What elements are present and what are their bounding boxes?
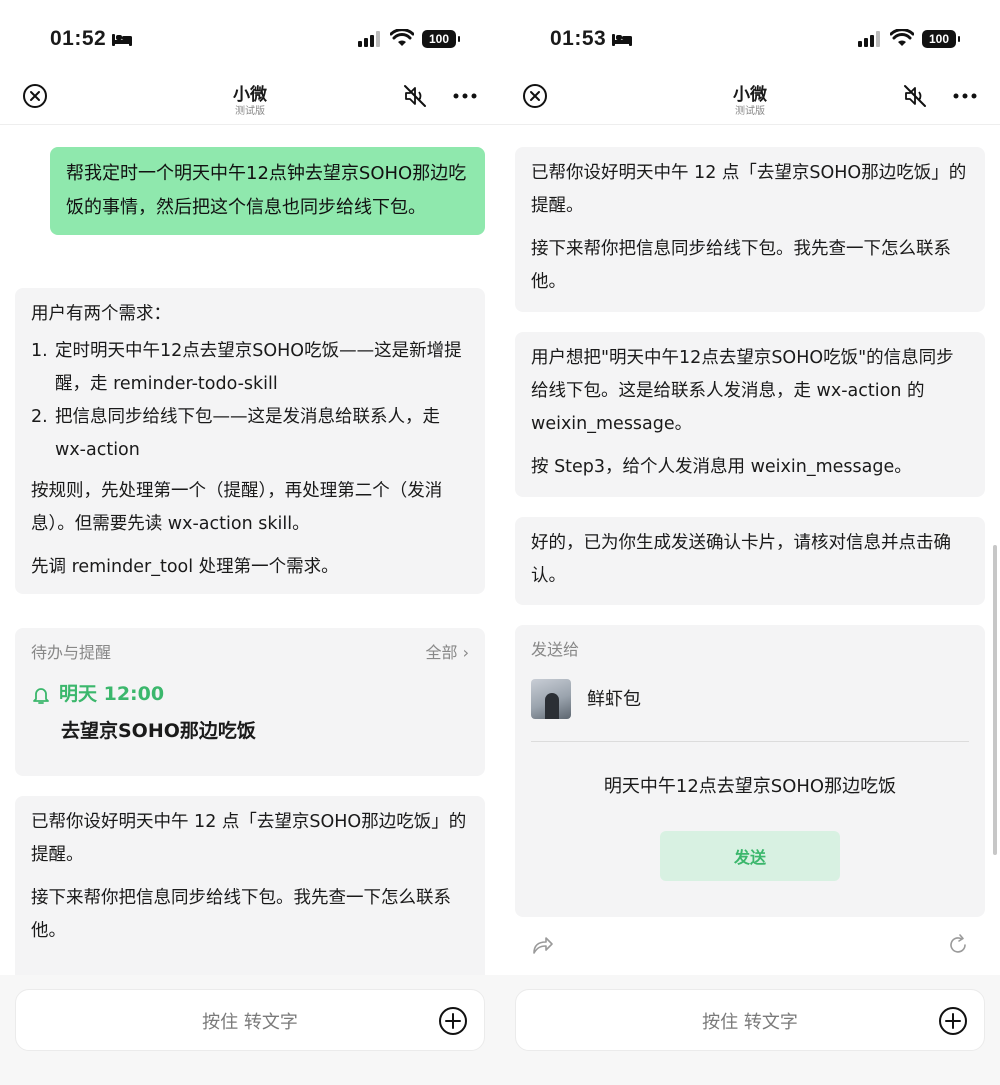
signal-icon (858, 31, 880, 47)
assistant-reply-card: 已帮你设好明天中午 12 点「去望京SOHO那边吃饭」的提醒。 接下来帮你把信息… (515, 147, 985, 312)
todo-card-title: 待办与提醒 (31, 643, 112, 662)
message-actions (500, 933, 1000, 963)
reply-paragraph: 已帮你设好明天中午 12 点「去望京SOHO那边吃饭」的提醒。 (31, 812, 467, 865)
status-time: 01:52 (50, 27, 107, 50)
send-to-label: 发送给 (531, 640, 580, 659)
nav-bar: 小微 测试版 (500, 78, 1000, 125)
divider (531, 741, 969, 742)
reply-paragraph: 接下来帮你把信息同步给线下包。我先查一下怎么联系他。 (31, 888, 451, 941)
more-icon[interactable] (452, 86, 478, 106)
hold-to-talk-button[interactable]: 按住 转文字 (15, 989, 485, 1051)
thinking-paragraph: 用户想把"明天中午12点去望京SOHO吃饭"的信息同步给线下包。这是给联系人发消… (531, 348, 954, 434)
assistant-reply-card: 已帮你设好明天中午 12 点「去望京SOHO那边吃饭」的提醒。 接下来帮你把信息… (15, 796, 485, 975)
todo-time: 明天 12:00 (31, 678, 469, 711)
sleep-icon (112, 34, 132, 46)
list-item: 1. 定时明天中午12点去望京SOHO吃饭——这是新增提醒，走 reminder-… (31, 341, 462, 394)
signal-icon (358, 31, 380, 47)
reply-paragraph: 接下来帮你把信息同步给线下包。我先查一下怎么联系他。 (531, 239, 951, 292)
todo-all-link[interactable]: 全部 › (425, 638, 469, 668)
input-bar: 按住 转文字 (500, 975, 1000, 1085)
user-message-bubble: 帮我定时一个明天中午12点钟去望京SOHO那边吃饭的事情，然后把这个信息也同步给… (50, 147, 485, 235)
contact-name: 鲜虾包 (587, 688, 641, 710)
todo-card[interactable]: 待办与提醒 全部 › 明天 12:00 去望京SOHO那边吃饭 (15, 628, 485, 776)
contact-row: 鲜虾包 (531, 679, 969, 719)
thinking-paragraph: 按规则，先处理第一个（提醒），再处理第二个（发消息）。但需要先读 wx-acti… (31, 481, 443, 534)
status-bar: 01:53 100 (500, 0, 1000, 78)
reply-paragraph: 已帮你设好明天中午 12 点「去望京SOHO那边吃饭」的提醒。 (531, 163, 967, 216)
mute-speaker-icon[interactable] (902, 83, 928, 109)
phone-screen-right: 01:53 100 小微 测试版 已帮你设好明天中午 12 点「去望京SOHO那… (500, 0, 1000, 1085)
nav-bar: 小微 测试版 (0, 78, 500, 125)
share-icon[interactable] (530, 933, 554, 957)
sleep-icon (612, 34, 632, 46)
thinking-paragraph: 先调 reminder_tool 处理第一个需求。 (31, 557, 339, 577)
bell-icon (33, 687, 49, 704)
chat-content: 帮我定时一个明天中午12点钟去望京SOHO那边吃饭的事情，然后把这个信息也同步给… (0, 125, 500, 975)
thinking-paragraph: 按 Step3，给个人发消息用 weixin_message。 (531, 457, 912, 477)
phone-screen-left: 01:52 100 小微 测试版 帮我定时一个明天中午12点钟去望京SOHO那边… (0, 0, 500, 1085)
todo-card-header: 待办与提醒 全部 › (31, 638, 469, 668)
battery-indicator: 100 (422, 30, 460, 48)
send-confirm-card: 发送给 鲜虾包 明天中午12点去望京SOHO那边吃饭 发送 (515, 625, 985, 917)
status-bar: 01:52 100 (0, 0, 500, 78)
send-message-preview: 明天中午12点去望京SOHO那边吃饭 (603, 776, 897, 797)
send-button[interactable]: 发送 (660, 831, 840, 881)
chevron-right-icon: › (462, 643, 469, 662)
thinking-card: 用户有两个需求： 1. 定时明天中午12点去望京SOHO吃饭——这是新增提醒，走 … (15, 288, 485, 594)
plus-icon[interactable] (438, 1006, 468, 1036)
more-icon[interactable] (952, 86, 978, 106)
input-bar: 按住 转文字 (0, 975, 500, 1085)
confirm-text: 好的，已为你生成发送确认卡片，请核对信息并点击确认。 (531, 533, 951, 586)
mute-speaker-icon[interactable] (402, 83, 428, 109)
refresh-icon[interactable] (946, 933, 970, 957)
scrollbar[interactable] (993, 545, 997, 855)
thinking-intro: 用户有两个需求： (31, 304, 171, 324)
status-time: 01:53 (550, 27, 607, 50)
list-item: 2. 把信息同步给线下包——这是发消息给联系人，走 wx-action (31, 407, 440, 460)
avatar (531, 679, 571, 719)
thinking-card: 用户想把"明天中午12点去望京SOHO吃饭"的信息同步给线下包。这是给联系人发消… (515, 332, 985, 497)
wifi-icon (890, 29, 914, 46)
hold-to-talk-label: 按住 转文字 (202, 1012, 298, 1033)
hold-to-talk-button[interactable]: 按住 转文字 (515, 989, 985, 1051)
requirement-list: 1. 定时明天中午12点去望京SOHO吃饭——这是新增提醒，走 reminder-… (31, 335, 469, 467)
assistant-reply-card: 好的，已为你生成发送确认卡片，请核对信息并点击确认。 (515, 517, 985, 605)
todo-task: 去望京SOHO那边吃饭 (61, 720, 256, 742)
hold-to-talk-label: 按住 转文字 (702, 1012, 798, 1033)
plus-icon[interactable] (938, 1006, 968, 1036)
wifi-icon (390, 29, 414, 46)
chat-content: 已帮你设好明天中午 12 点「去望京SOHO那边吃饭」的提醒。 接下来帮你把信息… (500, 125, 1000, 975)
battery-indicator: 100 (922, 30, 960, 48)
